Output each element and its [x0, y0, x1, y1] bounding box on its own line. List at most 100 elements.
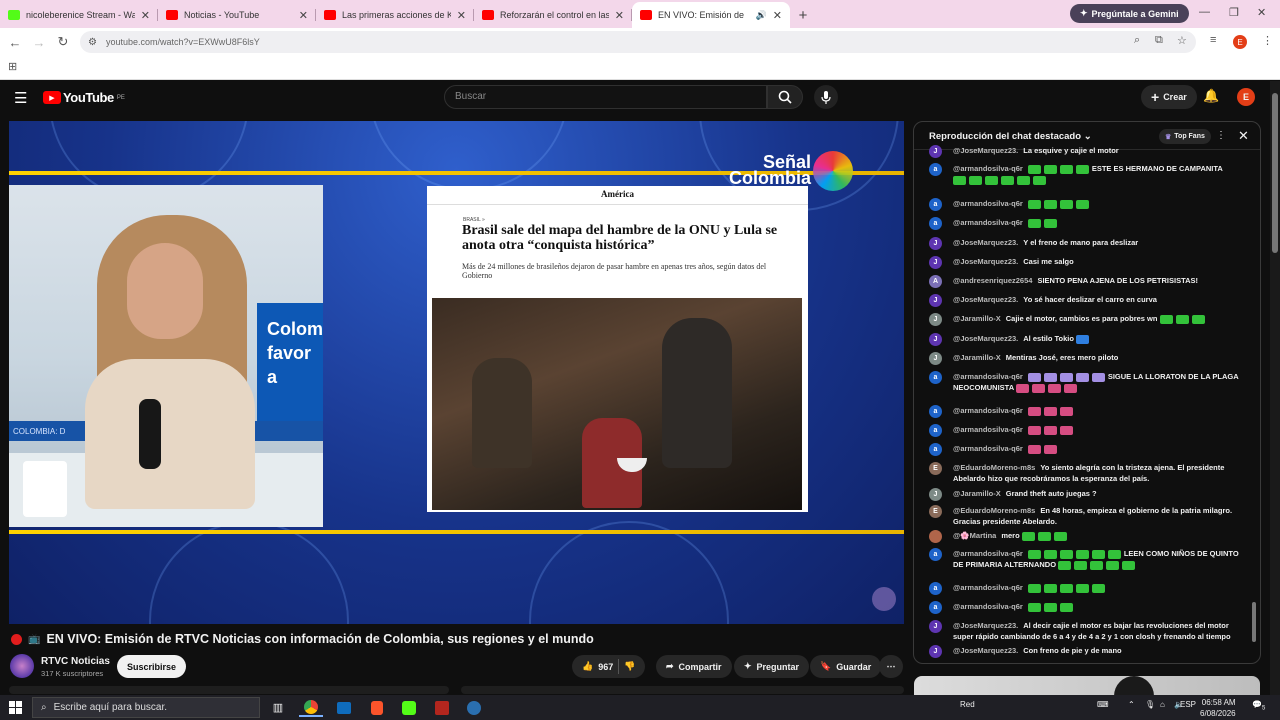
- bookmark-star-icon[interactable]: ☆: [1177, 34, 1187, 47]
- thumbs-up-icon[interactable]: 👍: [582, 661, 593, 672]
- windows-start-button[interactable]: [0, 695, 30, 720]
- user-avatar[interactable]: E: [1237, 88, 1255, 106]
- chat-author-name[interactable]: @JoseMarquez23.: [953, 334, 1018, 343]
- channel-name[interactable]: RTVC Noticias: [41, 656, 110, 667]
- chat-author-avatar[interactable]: J: [929, 645, 942, 658]
- chat-message[interactable]: J @Jaramillo-X Mentiras José, eres mero pi…: [929, 352, 1244, 365]
- chat-author-avatar[interactable]: J: [929, 256, 942, 269]
- chat-message[interactable]: J @JoseMarquez23. Casi me salgo: [929, 256, 1244, 269]
- chat-author-name[interactable]: @armandosilva-q6r: [953, 549, 1023, 558]
- voice-search-button[interactable]: [814, 85, 838, 109]
- brave-icon[interactable]: [365, 698, 389, 717]
- chat-message[interactable]: a @armandosilva-q6r: [929, 217, 1244, 230]
- chat-author-name[interactable]: @JoseMarquez23.: [953, 646, 1018, 655]
- cast-icon[interactable]: ⧉: [1155, 34, 1163, 47]
- top-fans-button[interactable]: ♛ Top Fans: [1159, 129, 1211, 144]
- chat-author-name[interactable]: @armandosilva-q6r: [953, 583, 1023, 592]
- chat-author-name[interactable]: @JoseMarquez23.: [953, 621, 1018, 630]
- ask-gemini-button[interactable]: ✦ Pregúntale a Gemini: [1070, 4, 1189, 23]
- chat-author-name[interactable]: @armandosilva-q6r: [953, 372, 1023, 381]
- mic-tray-icon[interactable]: 🎙: [1145, 700, 1155, 709]
- ask-button[interactable]: ✦ Preguntar: [734, 655, 810, 678]
- chat-author-avatar[interactable]: a: [929, 198, 942, 211]
- taskbar-search-box[interactable]: ⌕ Escribe aquí para buscar.: [32, 697, 260, 718]
- chat-author-name[interactable]: @EduardoMoreno-m8s: [953, 463, 1035, 472]
- chat-more-icon[interactable]: ⋮: [1216, 130, 1226, 141]
- chat-author-avatar[interactable]: A: [929, 275, 942, 288]
- browser-tab[interactable]: Las primeras acciones de Keiko ✕: [316, 2, 474, 28]
- chat-author-avatar[interactable]: a: [929, 163, 942, 176]
- browser-menu-icon[interactable]: ⋮: [1262, 34, 1273, 47]
- chat-scrollbar[interactable]: [1252, 602, 1256, 642]
- chat-author-name[interactable]: @armandosilva-q6r: [953, 218, 1023, 227]
- chat-author-avatar[interactable]: J: [929, 145, 942, 158]
- search-button[interactable]: [767, 85, 803, 109]
- chrome-icon[interactable]: [299, 698, 323, 717]
- chat-author-avatar[interactable]: a: [929, 443, 942, 456]
- chat-author-avatar[interactable]: a: [929, 601, 942, 614]
- page-scrollbar[interactable]: [1270, 81, 1280, 695]
- chat-message[interactable]: J @Jaramillo-X Grand theft auto juegas ?: [929, 488, 1244, 501]
- notifications-bell-icon[interactable]: 🔔: [1203, 88, 1219, 104]
- close-tab-icon[interactable]: ✕: [299, 9, 308, 22]
- chat-author-avatar[interactable]: a: [929, 424, 942, 437]
- chat-message[interactable]: J @JoseMarquez23. Al estilo Tokio: [929, 333, 1244, 346]
- chat-message[interactable]: J @JoseMarquez23. Al decir cajie el motor …: [929, 620, 1244, 642]
- chat-author-name[interactable]: @JoseMarquez23.: [953, 257, 1018, 266]
- chat-author-name[interactable]: @armandosilva-q6r: [953, 602, 1023, 611]
- close-tab-icon[interactable]: ✕: [457, 9, 466, 22]
- chat-author-avatar[interactable]: a: [929, 371, 942, 384]
- chat-author-name[interactable]: @armandosilva-q6r: [953, 406, 1023, 415]
- taskbar-clock[interactable]: 06:58 AM 6/08/2026: [1200, 697, 1236, 719]
- chat-author-name[interactable]: @Jaramillo-X: [953, 353, 1001, 362]
- chat-message[interactable]: J @JoseMarquez23. Y el freno de mano para …: [929, 237, 1244, 250]
- reload-icon[interactable]: ↻: [51, 34, 75, 50]
- chat-message[interactable]: a @armandosilva-q6r SIGUE LA LLORATON DE L…: [929, 371, 1244, 393]
- chat-mode-dropdown[interactable]: Reproducción del chat destacado ⌄: [929, 131, 1092, 142]
- chat-author-avatar[interactable]: J: [929, 237, 942, 250]
- browser-tab-active[interactable]: EN VIVO: Emisión de 🔊 ✕: [632, 2, 790, 28]
- browser-tab[interactable]: Reforzarán el control en las fron ✕: [474, 2, 632, 28]
- site-info-icon[interactable]: ⚙: [88, 37, 97, 48]
- tab-search-icon[interactable]: ≡: [1210, 34, 1216, 46]
- browser-tab[interactable]: nicoleberenice Stream - Watch ✕: [0, 2, 158, 28]
- chat-author-avatar[interactable]: J: [929, 352, 942, 365]
- wifi-icon[interactable]: ⌂: [1160, 700, 1165, 709]
- chat-message[interactable]: J @JoseMarquez23. Yo sé hacer deslizar el …: [929, 294, 1244, 307]
- language-indicator[interactable]: ESP: [1180, 700, 1196, 709]
- chat-author-avatar[interactable]: J: [929, 294, 942, 307]
- close-chat-icon[interactable]: ✕: [1238, 128, 1249, 144]
- notifications-icon[interactable]: 💬5: [1252, 700, 1265, 712]
- close-window-icon[interactable]: ✕: [1257, 6, 1266, 19]
- chat-message[interactable]: @🌸Martina mero: [929, 530, 1244, 543]
- chat-author-avatar[interactable]: J: [929, 488, 942, 501]
- network-label[interactable]: Red: [960, 700, 975, 709]
- chat-author-name[interactable]: @🌸Martina: [953, 531, 996, 540]
- minimize-icon[interactable]: —: [1199, 6, 1210, 18]
- chat-message[interactable]: J @JoseMarquez23. La esquive y cajie el mo…: [929, 145, 1244, 158]
- chat-message[interactable]: J @JoseMarquez23. Con freno de pie y de ma…: [929, 645, 1244, 658]
- chat-message[interactable]: a @armandosilva-q6r ESTE ES HERMANO DE CAM…: [929, 163, 1244, 185]
- scrollbar-thumb[interactable]: [1272, 93, 1278, 253]
- subscribe-button[interactable]: Suscribirse: [117, 655, 187, 678]
- close-tab-icon[interactable]: ✕: [773, 9, 782, 22]
- chat-message[interactable]: a @armandosilva-q6r: [929, 198, 1244, 211]
- chat-author-name[interactable]: @Jaramillo-X: [953, 489, 1001, 498]
- chat-message[interactable]: A @andresenriquez2654 SIENTO PENA AJENA DE…: [929, 275, 1244, 288]
- chat-message[interactable]: a @armandosilva-q6r: [929, 424, 1244, 437]
- chat-message[interactable]: a @armandosilva-q6r: [929, 601, 1244, 614]
- chat-author-name[interactable]: @Jaramillo-X: [953, 314, 1001, 323]
- zoom-icon[interactable]: ⌕: [1134, 34, 1140, 47]
- close-tab-icon[interactable]: ✕: [615, 9, 624, 22]
- channel-avatar[interactable]: [10, 654, 34, 678]
- chat-author-avatar[interactable]: a: [929, 217, 942, 230]
- restore-icon[interactable]: ❐: [1229, 6, 1239, 19]
- video-player[interactable]: Colom favor a COLOMBIA: D América BRASIL…: [9, 121, 904, 624]
- browser-profile-avatar[interactable]: E: [1233, 35, 1247, 49]
- save-button[interactable]: 🔖 Guardar: [810, 655, 882, 678]
- chat-author-name[interactable]: @armandosilva-q6r: [953, 164, 1023, 173]
- keyboard-icon[interactable]: ⌨: [1097, 700, 1109, 709]
- back-icon[interactable]: ←: [3, 35, 27, 50]
- kick-app-icon[interactable]: [397, 698, 421, 717]
- mail-icon[interactable]: [332, 698, 356, 717]
